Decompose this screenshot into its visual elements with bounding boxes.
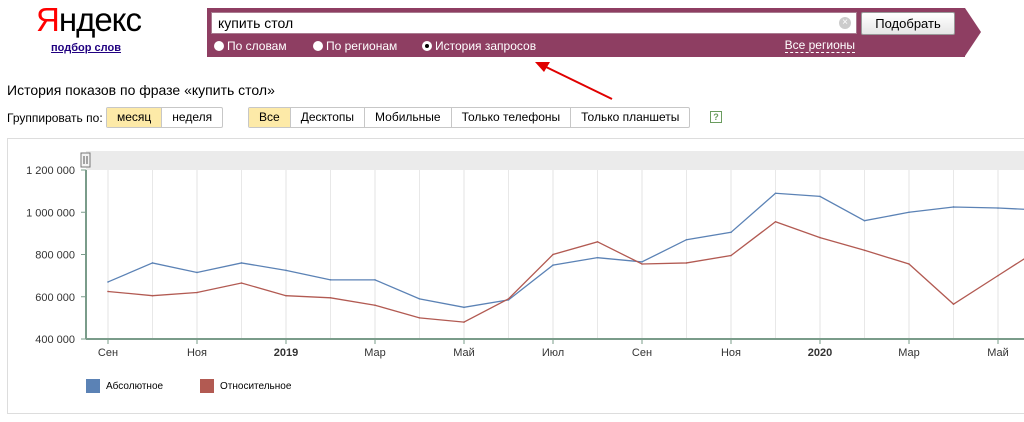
series-point <box>374 279 376 281</box>
y-tick-label: 1 200 000 <box>26 165 75 177</box>
series-point <box>596 256 599 259</box>
series-point <box>819 236 821 239</box>
y-tick-label: 1 000 000 <box>26 207 75 219</box>
series-point <box>418 298 421 300</box>
legend-swatch <box>200 379 214 393</box>
x-tick-label: Июл <box>542 347 564 359</box>
series-line-relative <box>107 221 1024 323</box>
x-tick-label: Ноя <box>187 347 207 359</box>
series-point <box>730 254 732 257</box>
series-point <box>685 262 688 264</box>
x-tick-label: Ноя <box>721 347 741 359</box>
legend-swatch <box>86 379 100 393</box>
x-tick-label: Май <box>987 347 1009 359</box>
x-tick-label: Мар <box>364 347 386 359</box>
series-point <box>952 303 955 305</box>
series-point <box>774 220 777 223</box>
y-tick-label: 400 000 <box>35 334 75 346</box>
series-point <box>952 206 955 208</box>
series-point <box>107 290 109 293</box>
series-point <box>908 263 910 265</box>
series-point <box>552 253 554 256</box>
legend-relative[interactable]: Относительное <box>200 379 291 393</box>
series-point <box>107 281 109 283</box>
y-tick-label: 800 000 <box>35 250 75 262</box>
chart-navigator <box>86 151 1024 170</box>
series-point <box>151 294 154 297</box>
series-point <box>997 274 999 277</box>
series-point <box>240 282 243 284</box>
series-point <box>997 207 999 209</box>
series-point <box>240 262 243 264</box>
series-point <box>641 261 643 263</box>
series-point <box>151 262 154 264</box>
series-point <box>685 238 688 241</box>
series-point <box>774 192 777 195</box>
series-point <box>641 263 643 265</box>
x-tick-label: Май <box>453 347 475 359</box>
x-tick-label: Сен <box>98 347 118 359</box>
history-chart: 400 000 600 000 800 000 1 000 000 1 200 000 С… <box>26 151 1024 359</box>
series-point <box>463 321 465 323</box>
series-point <box>329 279 332 281</box>
series-point <box>196 271 198 274</box>
x-tick-label: Мар <box>898 347 920 359</box>
legend-label: Абсолютное <box>106 380 164 392</box>
series-point <box>552 264 554 266</box>
series-point <box>730 231 732 234</box>
series-point <box>863 249 866 252</box>
series-point <box>374 304 376 307</box>
series-point <box>596 241 599 243</box>
series-point <box>329 297 332 299</box>
legend-absolute[interactable]: Абсолютное <box>86 379 163 393</box>
navigator-handle[interactable] <box>80 152 91 168</box>
series-point <box>908 211 910 214</box>
series-point <box>196 291 198 294</box>
x-tick-label: 2019 <box>274 347 298 359</box>
series-point <box>285 269 287 272</box>
legend-label: Относительное <box>220 380 292 392</box>
series-point <box>819 195 821 198</box>
x-tick-label: Сен <box>632 347 652 359</box>
series-point <box>418 317 421 319</box>
series-point <box>863 219 866 222</box>
x-tick-label: 2020 <box>808 347 832 359</box>
y-tick-label: 600 000 <box>35 292 75 304</box>
series-point <box>463 306 465 309</box>
series-point <box>285 294 287 297</box>
series-point <box>507 298 510 300</box>
